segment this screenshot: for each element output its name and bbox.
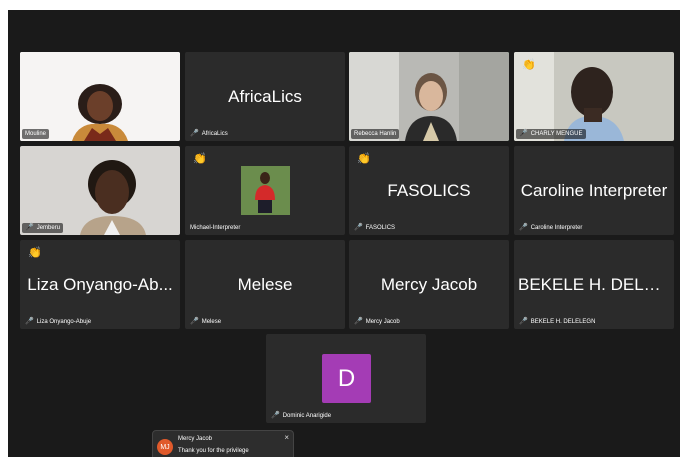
close-icon[interactable]: × (284, 433, 289, 442)
video-tile-mercy-jacob[interactable]: Mercy Jacob 🎤 Mercy Jacob (349, 240, 509, 329)
chat-notification-toast[interactable]: MJ Mercy Jacob Thank you for the privile… (152, 430, 294, 457)
video-tile-melese[interactable]: Melese 🎤 Melese (185, 240, 345, 329)
participant-display-name: AfricaLics (228, 86, 302, 106)
mic-muted-icon: 🎤 (25, 224, 34, 231)
participant-name-label: Michael-Interpreter (190, 225, 241, 231)
meeting-gallery: Mouline AfricaLics 🎤 AfricaLics Rebecca H… (8, 10, 680, 457)
participant-name-label: Mouline (22, 129, 50, 139)
participant-display-name: Caroline Interpreter (520, 180, 668, 200)
mic-muted-icon: 🎤 (354, 224, 363, 231)
raised-hand-icon: 👏 (28, 247, 42, 259)
sender-avatar: MJ (157, 439, 173, 455)
profile-photo (241, 166, 290, 215)
video-tile-dominic-anarigide[interactable]: D 🎤 Dominic Anarigide (266, 334, 426, 423)
participant-name-label: 🎤 BEKELE H. DELELEGN (519, 318, 596, 325)
participant-display-name: Melese (237, 274, 293, 294)
mic-muted-icon: 🎤 (25, 318, 34, 325)
video-tile-fasolics[interactable]: 👏 FASOLICS 🎤 FASOLICS (349, 146, 509, 235)
participant-name-label: 🎤 CHARLY MENGUE (516, 129, 586, 139)
participant-name-label: 🎤 Mercy Jacob (354, 318, 400, 325)
participant-initial-avatar: D (322, 354, 371, 403)
mic-muted-icon: 🎤 (271, 412, 280, 419)
participant-name-label: 🎤 AfricaLics (190, 130, 228, 137)
participant-video (514, 52, 674, 141)
raised-hand-icon: 👏 (522, 59, 536, 71)
participant-name-label: Rebecca Hanlin (351, 129, 400, 139)
video-tile-africalics[interactable]: AfricaLics 🎤 AfricaLics (185, 52, 345, 141)
mic-muted-icon: 🎤 (519, 318, 528, 325)
video-tile-charly-mengue[interactable]: 👏 🎤 CHARLY MENGUE (514, 52, 674, 141)
chat-message-text: Thank you for the privilege (178, 448, 249, 454)
mic-muted-icon: 🎤 (190, 318, 199, 325)
participant-name-label: 🎤 Caroline Interpreter (519, 224, 583, 231)
video-tile-jemberu[interactable]: 🎤 Jemberu (20, 146, 180, 235)
mic-muted-icon: 🎤 (519, 224, 528, 231)
mic-muted-icon: 🎤 (354, 318, 363, 325)
video-tile-bekele-h-delelegn[interactable]: BEKELE H. DELEL... 🎤 BEKELE H. DELELEGN (514, 240, 674, 329)
participant-video (20, 146, 180, 235)
participant-display-name: Mercy Jacob (380, 274, 478, 294)
chat-sender-name: Mercy Jacob (178, 436, 213, 442)
raised-hand-icon: 👏 (193, 153, 207, 165)
video-tile-caroline-interpreter[interactable]: Caroline Interpreter 🎤 Caroline Interpret… (514, 146, 674, 235)
participant-name-label: 🎤 Dominic Anarigide (271, 412, 332, 419)
video-tile-rebecca-hanlin[interactable]: Rebecca Hanlin (349, 52, 509, 141)
participant-display-name: Liza Onyango-Ab... (27, 274, 173, 294)
video-tile-mouline[interactable]: Mouline (20, 52, 180, 141)
participant-name-label: 🎤 Liza Onyango-Abuje (25, 318, 92, 325)
participant-video (349, 52, 509, 141)
participant-display-name: FASOLICS (387, 180, 471, 200)
mic-muted-icon: 🎤 (519, 130, 528, 137)
participant-name-label: 🎤 Jemberu (22, 223, 64, 233)
video-tile-liza-onyango-abuje[interactable]: 👏 Liza Onyango-Ab... 🎤 Liza Onyango-Abuje (20, 240, 180, 329)
participant-display-name: BEKELE H. DELEL... (518, 274, 670, 294)
participant-name-label: 🎤 FASOLICS (354, 224, 396, 231)
video-tile-michael-interpreter[interactable]: 👏 Michael-Interpreter (185, 146, 345, 235)
mic-muted-icon: 🎤 (190, 130, 199, 137)
raised-hand-icon: 👏 (357, 153, 371, 165)
participant-video (20, 52, 180, 141)
participant-name-label: 🎤 Melese (190, 318, 222, 325)
